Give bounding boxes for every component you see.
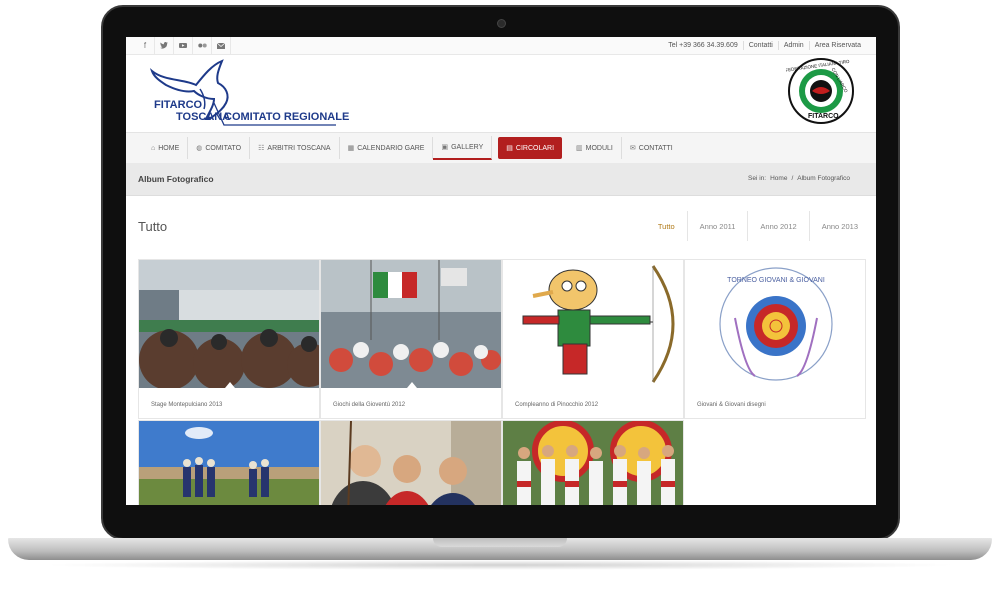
album-caption: Compleanno di Pinocchio 2012	[515, 402, 599, 408]
album-thumbnail: TORNEO GIOVANI & GIOVANI	[685, 260, 865, 388]
social-links: f	[136, 37, 231, 54]
breadcrumb-prefix: Sei in:	[748, 175, 767, 182]
logo-text-fitarco: FITARCO	[154, 99, 203, 111]
flickr-icon[interactable]	[193, 37, 212, 54]
album-tile[interactable]: TORNEO GIOVANI & GIOVANI Giovani & Giova…	[684, 259, 866, 419]
file-icon: ▥	[576, 145, 583, 152]
nav-label: MODULI	[585, 144, 613, 152]
filter-anno-2012[interactable]: Anno 2012	[747, 211, 808, 241]
globe-icon: ◍	[196, 145, 203, 152]
nav-item-circolari[interactable]: ▤ CIRCOLARI	[498, 137, 563, 159]
fitarco-seal: FEDERAZIONE ITALIANA TIRO CON L'ARCO FIT…	[785, 57, 856, 131]
album-thumbnail	[139, 421, 319, 505]
album-caption: Giovani & Giovani disegni	[697, 402, 766, 408]
site-header: FITARCO TOSCANA COMITATO REGIONALE FEDER…	[126, 55, 876, 132]
page-title: Album Fotografico	[138, 174, 214, 184]
main-nav: ⌂ HOME ◍ COMITATO ☷ ARBITRI TOSCANA ▦ CA…	[126, 132, 876, 164]
nav-item-calendario[interactable]: ▦ CALENDARIO GARE	[340, 137, 434, 159]
page-title-bar: Album Fotografico Sei in: Home / Album F…	[126, 163, 876, 196]
breadcrumb-home[interactable]: Home	[770, 175, 787, 182]
nav-item-gallery[interactable]: ▣ GALLERY	[433, 136, 493, 160]
breadcrumb-current: Album Fotografico	[797, 175, 850, 182]
album-thumbnail	[503, 421, 683, 505]
list-icon: ☷	[258, 145, 265, 152]
calendar-icon: ▦	[347, 145, 355, 152]
youtube-icon[interactable]	[174, 37, 193, 54]
area-riservata-link[interactable]: Area Riservata	[808, 41, 866, 50]
nav-item-moduli[interactable]: ▥ MODULI	[568, 137, 622, 159]
nav-label: HOME	[158, 144, 180, 152]
seal-label: FITARCO	[808, 113, 839, 120]
document-icon: ▤	[506, 145, 513, 152]
album-tile[interactable]	[502, 420, 684, 505]
nav-item-contatti[interactable]: ✉ CONTATTI	[622, 137, 681, 159]
album-caption: Stage Montepulciano 2013	[151, 402, 223, 408]
nav-item-comitato[interactable]: ◍ COMITATO	[188, 137, 251, 159]
top-links: Tel +39 366 34.39.609 Contatti Admin Are…	[663, 37, 866, 54]
album-thumbnail	[321, 421, 501, 505]
facebook-icon[interactable]: f	[136, 37, 155, 54]
album-tile[interactable]: Giochi della Gioventù 2012	[320, 259, 502, 419]
breadcrumb: Sei in: Home / Album Fotografico	[748, 175, 850, 182]
album-tile[interactable]: Stage Montepulciano 2013	[138, 259, 320, 419]
logo-text-toscana: TOSCANA	[176, 111, 231, 123]
nav-label: GALLERY	[451, 143, 484, 151]
album-tile[interactable]: Compleanno di Pinocchio 2012	[502, 259, 684, 419]
nav-label: CONTATTI	[638, 144, 673, 152]
laptop-notch	[433, 538, 567, 547]
album-tile[interactable]	[320, 420, 502, 505]
site-logo[interactable]: FITARCO TOSCANA COMITATO REGIONALE	[144, 59, 354, 127]
browser-screen: f Tel +39 366 34.39.609 Contatti Admin A…	[126, 37, 876, 505]
album-thumbnail	[139, 260, 319, 388]
nav-label: ARBITRI TOSCANA	[267, 144, 331, 152]
album-caption: Giochi della Gioventù 2012	[333, 402, 406, 408]
webcam	[497, 19, 506, 28]
image-icon: ▣	[441, 144, 449, 151]
contatti-link[interactable]: Contatti	[742, 41, 778, 50]
home-icon: ⌂	[151, 144, 156, 152]
filter-tutto[interactable]: Tutto	[646, 211, 687, 241]
album-tile[interactable]	[138, 420, 320, 505]
nav-label: CALENDARIO GARE	[357, 144, 425, 152]
section-title: Tutto	[138, 219, 168, 234]
nav-label: COMITATO	[205, 144, 242, 152]
album-thumbnail	[321, 260, 501, 388]
breadcrumb-separator: /	[791, 175, 794, 182]
logo-text-comitato: COMITATO REGIONALE	[224, 111, 350, 123]
mail-icon[interactable]	[212, 37, 231, 54]
phone-number: Tel +39 366 34.39.609	[668, 42, 738, 49]
twitter-icon[interactable]	[155, 37, 174, 54]
filter-anno-2013[interactable]: Anno 2013	[808, 211, 870, 241]
gallery-filters: Tutto Anno 2011 Anno 2012 Anno 2013	[646, 211, 870, 241]
nav-label: CIRCOLARI	[515, 144, 555, 152]
laptop-shadow	[40, 560, 960, 570]
top-bar: f Tel +39 366 34.39.609 Contatti Admin A…	[126, 37, 876, 55]
album-thumbnail	[503, 260, 683, 388]
nav-item-home[interactable]: ⌂ HOME	[143, 137, 189, 159]
envelope-icon: ✉	[629, 145, 636, 152]
nav-item-arbitri[interactable]: ☷ ARBITRI TOSCANA	[250, 137, 340, 159]
drawing-text: TORNEO GIOVANI & GIOVANI	[727, 277, 825, 284]
filter-anno-2011[interactable]: Anno 2011	[686, 211, 748, 241]
admin-link[interactable]: Admin	[777, 41, 809, 50]
